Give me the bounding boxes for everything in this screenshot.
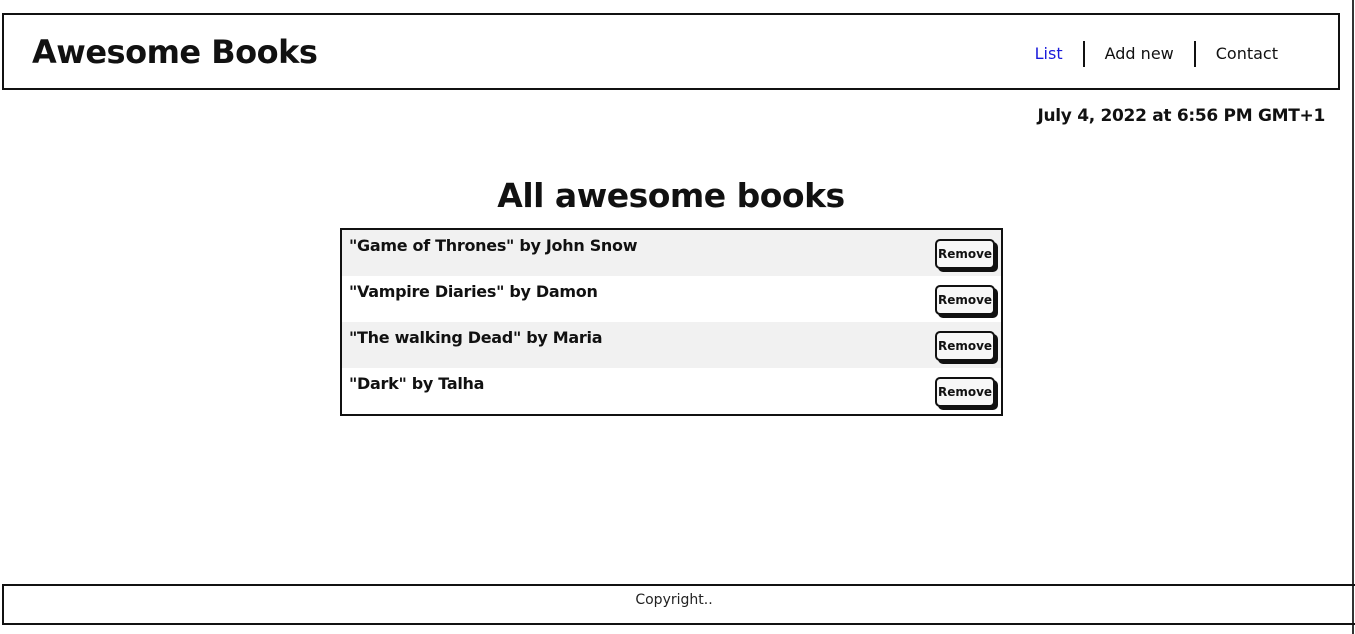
nav-link-contact[interactable]: Contact	[1196, 42, 1298, 66]
book-title: "Game of Thrones" by John Snow	[349, 236, 638, 255]
book-title: "The walking Dead" by Maria	[349, 328, 603, 347]
remove-book-button[interactable]: Remove	[935, 377, 995, 407]
current-date: July 4, 2022 at 6:56 PM GMT+1	[1037, 106, 1325, 126]
book-row: "Vampire Diaries" by Damon Remove	[342, 276, 1001, 322]
page-right-rule	[1352, 0, 1354, 634]
book-row: "Dark" by Talha Remove	[342, 368, 1001, 414]
book-list: "Game of Thrones" by John Snow Remove "V…	[340, 228, 1003, 416]
copyright-text: Copyright..	[635, 592, 713, 608]
book-row: "Game of Thrones" by John Snow Remove	[342, 230, 1001, 276]
nav-link-list[interactable]: List	[1015, 42, 1083, 66]
book-title: "Vampire Diaries" by Damon	[349, 282, 598, 301]
site-footer: Copyright..	[2, 584, 1355, 625]
brand-logo[interactable]: Awesome Books	[32, 33, 318, 71]
remove-book-button[interactable]: Remove	[935, 285, 995, 315]
book-row: "The walking Dead" by Maria Remove	[342, 322, 1001, 368]
book-title: "Dark" by Talha	[349, 374, 485, 393]
remove-book-button[interactable]: Remove	[935, 239, 995, 269]
remove-book-button[interactable]: Remove	[935, 331, 995, 361]
nav-link-add-new[interactable]: Add new	[1085, 42, 1194, 66]
page-title: All awesome books	[497, 176, 845, 215]
site-header: Awesome Books List Add new Contact	[2, 13, 1340, 90]
main-nav: List Add new Contact	[1015, 41, 1298, 67]
